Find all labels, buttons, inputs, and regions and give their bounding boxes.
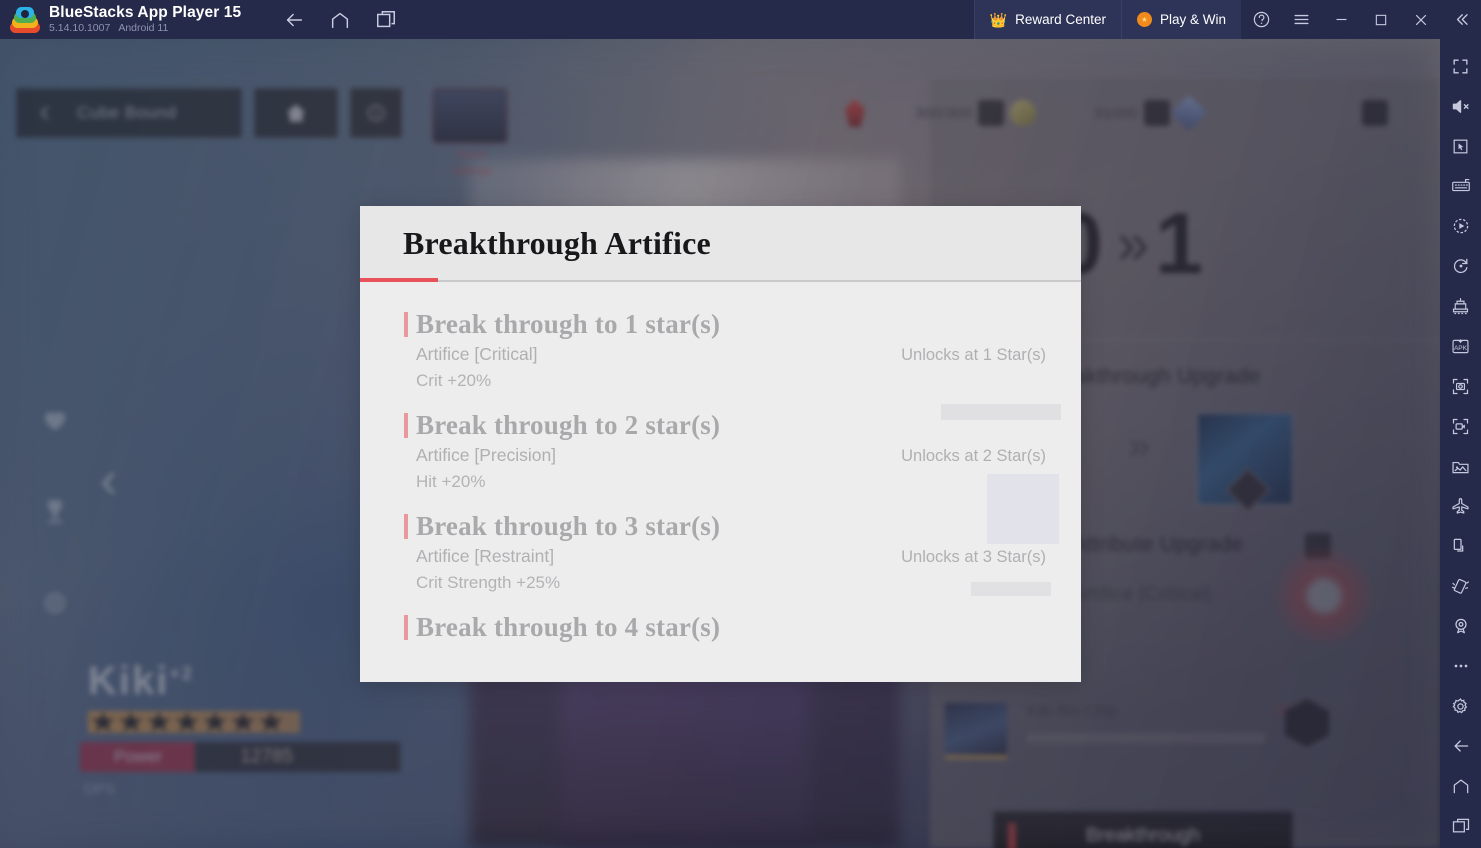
dialog-body[interactable]: Break through to 1 star(s) Artifice [Cri…	[360, 282, 1081, 682]
entry-heading: Break through to 1 star(s)	[416, 309, 721, 339]
bluestacks-logo-icon	[10, 5, 40, 35]
entry-unlock: Unlocks at 3 Star(s)	[901, 548, 1046, 566]
crown-icon: 👑	[989, 11, 1008, 28]
entry-artifice: Artifice [Critical]	[416, 344, 538, 364]
media-manager-icon[interactable]	[1440, 446, 1481, 486]
record-icon[interactable]	[1440, 406, 1481, 446]
keyboard-icon[interactable]	[1440, 166, 1481, 206]
star-badge-icon	[1136, 12, 1152, 27]
rotate-icon[interactable]	[1440, 246, 1481, 286]
cursor-controls-icon[interactable]	[1440, 126, 1481, 166]
entry-effect: Hit +20%	[416, 472, 486, 491]
recents-icon[interactable]	[1440, 806, 1481, 846]
entry-effect: Crit Strength +25%	[416, 573, 561, 592]
window-controls	[1241, 0, 1481, 39]
titlebar-nav	[281, 7, 399, 33]
entry-artifice: Artifice [Precision]	[416, 445, 557, 465]
bluestacks-sidebar: APK	[1440, 39, 1481, 848]
title-bar: BlueStacks App Player 15 5.14.10.1007 And…	[0, 0, 1481, 39]
collapse-sidebar-button[interactable]	[1441, 0, 1481, 39]
location-icon[interactable]	[1440, 606, 1481, 646]
entry-sub-row: Artifice [Precision] Unlocks at 2 Star(s…	[416, 445, 1081, 466]
breakthrough-artifice-dialog: Breakthrough Artifice Break through to 1…	[360, 206, 1081, 682]
home-icon[interactable]	[1440, 766, 1481, 806]
breakthrough-entry: Break through to 4 star(s)	[360, 610, 1081, 644]
dialog-header: Breakthrough Artifice	[360, 206, 1081, 282]
entry-heading: Break through to 3 star(s)	[416, 511, 721, 541]
entry-sub-row: Artifice [Restraint] Unlocks at 3 Star(s…	[416, 546, 1081, 567]
app-title-block: BlueStacks App Player 15 5.14.10.1007 And…	[49, 3, 242, 34]
entry-heading: Break through to 2 star(s)	[416, 410, 721, 440]
minimize-button[interactable]	[1321, 0, 1361, 39]
app-window: BlueStacks App Player 15 5.14.10.1007 And…	[0, 0, 1481, 848]
play-and-win-button[interactable]: Play & Win	[1120, 0, 1241, 39]
maximize-button[interactable]	[1361, 0, 1401, 39]
close-button[interactable]	[1401, 0, 1441, 39]
entry-accent-bar	[404, 413, 408, 438]
android-version: Android 11	[118, 22, 169, 35]
breakthrough-entry: Break through to 3 star(s) Artifice [Res…	[360, 509, 1081, 593]
app-version: 5.14.10.1007	[49, 22, 111, 35]
dialog-title: Breakthrough Artifice	[403, 225, 711, 261]
multi-instance-icon[interactable]	[373, 7, 399, 33]
macro-icon[interactable]	[1440, 206, 1481, 246]
entry-accent-bar	[404, 514, 408, 539]
entry-accent-bar	[404, 312, 408, 337]
shake-icon[interactable]	[1440, 566, 1481, 606]
back-icon[interactable]	[281, 7, 307, 33]
back-icon[interactable]	[1440, 726, 1481, 766]
entry-accent-bar	[404, 615, 408, 640]
entry-sub-row: Artifice [Critical] Unlocks at 1 Star(s)	[416, 344, 1081, 365]
mute-icon[interactable]	[1440, 86, 1481, 126]
airplane-icon[interactable]	[1440, 486, 1481, 526]
fullscreen-icon[interactable]	[1440, 46, 1481, 86]
multi-window-icon[interactable]	[1440, 526, 1481, 566]
settings-icon[interactable]	[1440, 686, 1481, 726]
svg-text:APK: APK	[1454, 345, 1468, 352]
entry-effect: Crit +20%	[416, 371, 492, 390]
eco-mode-icon[interactable]	[1440, 286, 1481, 326]
menu-icon[interactable]	[1281, 0, 1321, 39]
install-apk-icon[interactable]: APK	[1440, 326, 1481, 366]
app-title: BlueStacks App Player 15	[49, 3, 242, 21]
entry-unlock: Unlocks at 1 Star(s)	[901, 346, 1046, 364]
home-icon[interactable]	[327, 7, 353, 33]
breakthrough-entry: Break through to 1 star(s) Artifice [Cri…	[360, 307, 1081, 391]
breakthrough-entry: Break through to 2 star(s) Artifice [Pre…	[360, 408, 1081, 492]
reward-center-button[interactable]: 👑 Reward Center	[973, 0, 1121, 39]
entry-heading: Break through to 4 star(s)	[416, 612, 721, 642]
entry-artifice: Artifice [Restraint]	[416, 546, 555, 566]
help-icon[interactable]	[1241, 0, 1281, 39]
more-icon[interactable]	[1440, 646, 1481, 686]
screenshot-icon[interactable]	[1440, 366, 1481, 406]
reward-center-label: Reward Center	[1015, 12, 1106, 27]
app-subtitle: 5.14.10.1007 Android 11	[49, 23, 241, 34]
entry-unlock: Unlocks at 2 Star(s)	[901, 447, 1046, 465]
play-and-win-label: Play & Win	[1159, 12, 1226, 27]
